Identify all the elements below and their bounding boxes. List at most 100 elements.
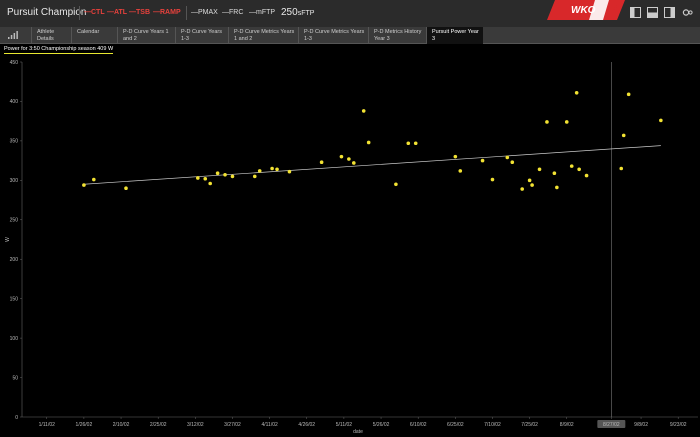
brand-version: 4 <box>612 2 620 17</box>
tab-pd-curve-years-1-2[interactable]: P-D Curve Years 1 and 2 <box>117 27 175 44</box>
data-point <box>366 140 371 145</box>
data-point <box>347 157 351 161</box>
separator <box>186 6 187 20</box>
metric-frc[interactable]: —FRC <box>222 9 243 16</box>
data-point <box>659 118 663 123</box>
data-point <box>505 155 510 160</box>
settings-icon[interactable] <box>682 7 693 18</box>
x-tick-label: 1/26/02 <box>76 422 93 428</box>
x-tick-label: 7/10/02 <box>484 422 501 428</box>
data-point <box>203 176 208 181</box>
ftp-display[interactable]: 250sFTP <box>281 7 314 18</box>
x-tick-label: 2/25/02 <box>150 422 167 428</box>
data-point <box>577 167 581 172</box>
y-tick-label: 250 <box>10 218 19 224</box>
tab-pd-curve-metrics-1-2[interactable]: P-D Curve Metrics Years 1 and 2 <box>228 27 298 44</box>
data-point <box>319 160 324 164</box>
data-point <box>545 120 549 124</box>
x-tick-label: 9/23/02 <box>670 422 687 428</box>
y-tick-label: 350 <box>10 139 19 145</box>
data-point <box>339 154 344 159</box>
data-point <box>394 182 398 187</box>
y-tick-label: 450 <box>10 60 19 66</box>
tab-pd-metrics-history[interactable]: P-D Metrics History Year 3 <box>368 27 426 44</box>
x-tick-label: 6/10/02 <box>410 422 427 428</box>
y-tick-label: 200 <box>10 257 19 263</box>
y-tick-label: 0 <box>15 415 18 421</box>
data-point <box>569 164 574 168</box>
metric-tsb[interactable]: —TSB <box>129 9 150 16</box>
data-point <box>621 133 626 138</box>
x-tick-label: 2/10/02 <box>113 422 130 428</box>
data-point <box>196 176 200 180</box>
data-point <box>124 186 128 191</box>
data-point <box>413 141 418 146</box>
data-point <box>510 160 515 164</box>
data-point <box>406 141 411 146</box>
x-axis-title: date <box>353 429 363 435</box>
tab-pursuit-power[interactable]: Pursuit Power Year 3 <box>426 27 483 44</box>
data-point <box>215 171 220 176</box>
metric-ctl[interactable]: —CTL <box>84 9 105 16</box>
data-point <box>555 185 559 190</box>
x-tick-label: 8/9/02 <box>560 422 574 428</box>
cursor-label: 8/27/02 <box>603 422 620 428</box>
data-point <box>361 109 366 113</box>
tab-bar: Athlete Details Calendar P-D Curve Years… <box>0 27 700 44</box>
data-point <box>352 161 356 165</box>
data-point <box>490 177 495 182</box>
data-point <box>82 183 86 187</box>
data-point <box>223 173 227 177</box>
data-point <box>270 166 274 171</box>
x-tick-label: 9/8/02 <box>634 422 648 428</box>
y-axis-title: W <box>5 237 11 242</box>
tab-pd-curve-metrics-1-3[interactable]: P-D Curve Metrics Years 1-3 <box>298 27 368 44</box>
chart-header[interactable]: Power for 3:50 Championship season 409 W <box>4 46 114 54</box>
data-point <box>584 173 589 178</box>
data-point <box>208 181 212 186</box>
x-tick-label: 1/11/02 <box>39 422 56 428</box>
data-point <box>92 177 96 182</box>
layout-split-icon[interactable] <box>647 7 658 18</box>
tab-pd-curve-years-1-3[interactable]: P-D Curve Years 1-3 <box>175 27 228 44</box>
data-point <box>520 187 524 191</box>
chart-bars-icon[interactable] <box>8 31 18 39</box>
data-point <box>527 178 532 183</box>
separator <box>79 6 80 20</box>
brand-label: WKO <box>571 5 596 16</box>
trend-line <box>83 145 661 185</box>
metric-ramp[interactable]: —RAMP <box>153 9 181 16</box>
data-point <box>480 158 485 163</box>
layout-sidebar-icon[interactable] <box>630 7 641 18</box>
tab-calendar[interactable]: Calendar <box>71 27 117 44</box>
x-tick-label: 4/11/02 <box>261 422 278 428</box>
data-point <box>287 169 292 174</box>
tab-athlete-details[interactable]: Athlete Details <box>31 27 71 44</box>
data-point <box>574 90 579 95</box>
data-point <box>619 166 624 171</box>
data-point <box>458 169 463 173</box>
power-scatter-chart[interactable]: 0 50 100 150 200 250 300 350 400 450 1/11/02 1/26/0… <box>0 54 700 437</box>
y-tick-label: 50 <box>12 375 18 381</box>
y-tick-label: 400 <box>10 99 19 105</box>
layout-panel-icon[interactable] <box>664 7 675 18</box>
metric-pmax[interactable]: —PMAX <box>191 9 218 16</box>
metric-mftp[interactable]: —mFTP <box>249 9 275 16</box>
x-tick-label: 5/26/02 <box>373 422 390 428</box>
x-tick-label: 3/12/02 <box>187 422 204 428</box>
data-point <box>537 167 542 172</box>
top-bar: Pursuit Champion —CTL —ATL —TSB —RAMP —P… <box>0 0 700 27</box>
data-point <box>275 167 279 172</box>
data-point <box>252 174 257 179</box>
data-point <box>257 169 262 173</box>
x-tick-label: 3/27/02 <box>224 422 241 428</box>
x-tick-label: 5/11/02 <box>336 422 353 428</box>
x-tick-label: 6/25/02 <box>447 422 464 428</box>
data-point <box>530 183 534 187</box>
data-point <box>552 171 557 176</box>
y-tick-label: 150 <box>10 296 19 302</box>
athlete-name[interactable]: Pursuit Champion <box>7 7 86 18</box>
x-tick-label: 7/25/02 <box>521 422 538 428</box>
metric-atl[interactable]: —ATL <box>107 9 127 16</box>
x-tick-label: 4/26/02 <box>298 422 315 428</box>
